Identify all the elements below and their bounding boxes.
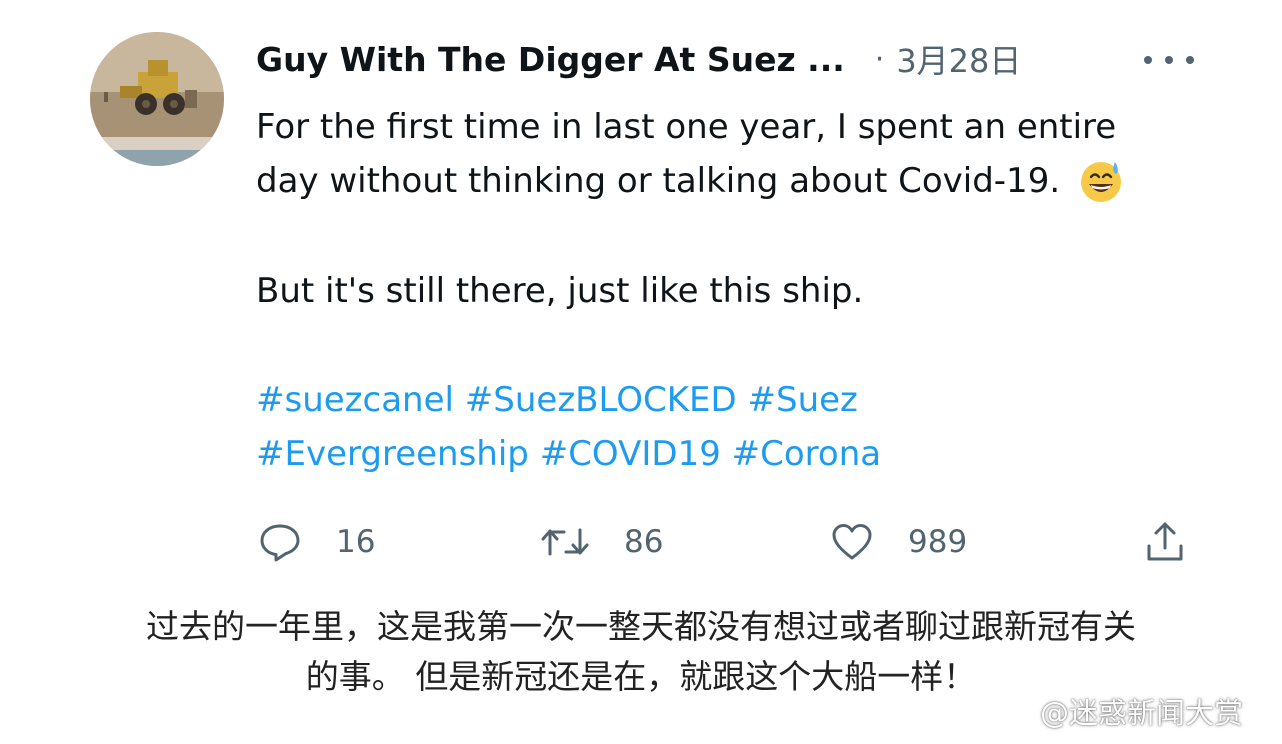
share-icon	[1147, 522, 1183, 561]
chinese-caption: 过去的一年里，这是我第一次一整天都没有想过或者聊过跟新冠有关 的事。 但是新冠还…	[0, 602, 1282, 702]
retweet-button[interactable]: 86	[540, 515, 663, 569]
hashtag-link[interactable]: #Evergreenship	[256, 434, 529, 474]
hashtag-link[interactable]: #SuezBLOCKED	[465, 380, 737, 420]
hashtag-link[interactable]: #suezcanel	[256, 380, 454, 420]
weibo-logo-icon	[991, 697, 1031, 727]
tweet-screenshot: Guy With The Digger At Suez ... · 3月28日 …	[0, 0, 1282, 744]
reply-button[interactable]: 16	[258, 515, 375, 569]
tweet-date[interactable]: 3月28日	[896, 36, 1021, 82]
like-button[interactable]: 989	[830, 515, 967, 569]
hashtag-link[interactable]: #Suez	[748, 380, 858, 420]
display-name[interactable]: Guy With The Digger At Suez ...	[256, 40, 845, 79]
watermark-text: @迷惑新闻大赏	[1040, 696, 1244, 730]
tweet-text-line: For the first time in last one year, I s…	[256, 107, 1117, 147]
tweet-header: Guy With The Digger At Suez ... · 3月28日	[256, 36, 1021, 82]
reply-icon	[260, 524, 300, 562]
tweet-text-line: day without thinking or talking about Co…	[256, 154, 1124, 208]
avatar[interactable]	[90, 32, 224, 166]
share-button[interactable]	[1143, 515, 1187, 569]
caption-line: 过去的一年里，这是我第一次一整天都没有想过或者聊过跟新冠有关	[146, 607, 1136, 646]
retweet-count: 86	[624, 524, 664, 560]
like-count: 989	[908, 524, 968, 560]
retweet-icon	[541, 528, 589, 556]
tweet-text-line-content: day without thinking or talking about Co…	[256, 161, 1061, 201]
hashtag-block: #suezcanel #SuezBLOCKED #Suez #Evergreen…	[256, 373, 881, 481]
reply-count: 16	[336, 524, 376, 560]
more-options-icon[interactable]	[1144, 48, 1194, 72]
like-icon	[832, 524, 872, 560]
hashtag-row: #suezcanel #SuezBLOCKED #Suez	[256, 373, 881, 427]
digger-photo-icon	[90, 32, 224, 166]
sweat-smile-emoji-icon	[1078, 158, 1124, 204]
hashtag-link[interactable]: #Corona	[732, 434, 881, 474]
tweet-text-line: But it's still there, just like this shi…	[256, 271, 864, 311]
weibo-watermark: @迷惑新闻大赏	[990, 690, 1243, 732]
hashtag-link[interactable]: #COVID19	[540, 434, 721, 474]
hashtag-row: #Evergreenship #COVID19 #Corona	[256, 427, 881, 481]
separator-dot: ·	[874, 41, 885, 77]
